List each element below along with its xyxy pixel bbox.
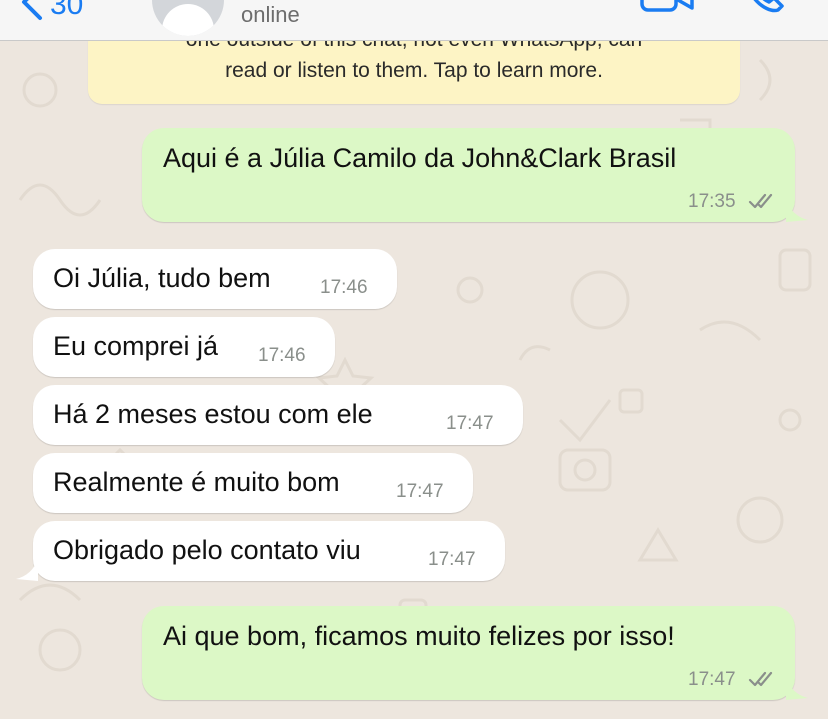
unread-count: 30 xyxy=(50,0,84,21)
incoming-message[interactable]: Há 2 meses estou com ele 17:47 xyxy=(33,385,523,445)
message-time: 17:47 xyxy=(446,413,494,434)
double-check-icon xyxy=(748,191,776,216)
phone-call-icon[interactable] xyxy=(742,0,788,21)
video-call-icon[interactable] xyxy=(640,0,696,21)
outgoing-message[interactable]: Ai que bom, ficamos muito felizes por is… xyxy=(142,606,795,700)
outgoing-message[interactable]: Aqui é a Júlia Camilo da John&Clark Bras… xyxy=(142,128,795,222)
message-time: 17:47 xyxy=(688,669,736,690)
back-button[interactable]: 30 xyxy=(20,0,83,27)
chat-header: 30 online xyxy=(0,0,828,41)
incoming-message[interactable]: Obrigado pelo contato viu 17:47 xyxy=(33,521,505,581)
message-time: 17:46 xyxy=(320,277,368,298)
message-text: Realmente é muito bom xyxy=(53,467,340,497)
message-text: Ai que bom, ficamos muito felizes por is… xyxy=(163,621,675,651)
double-check-icon xyxy=(748,669,776,694)
message-text: Obrigado pelo contato viu xyxy=(53,535,361,565)
bubble-tail xyxy=(786,200,808,222)
message-time: 17:35 xyxy=(688,191,736,212)
avatar-placeholder-icon[interactable] xyxy=(152,0,224,36)
incoming-message[interactable]: Eu comprei já 17:46 xyxy=(33,317,335,377)
incoming-message[interactable]: Oi Júlia, tudo bem 17:46 xyxy=(33,249,397,309)
message-text: Há 2 meses estou com ele xyxy=(53,399,373,429)
message-time: 17:47 xyxy=(396,481,444,502)
contact-status: online xyxy=(241,2,300,27)
incoming-message[interactable]: Realmente é muito bom 17:47 xyxy=(33,453,473,513)
message-text: Eu comprei já xyxy=(53,331,219,361)
bubble-tail xyxy=(786,678,808,700)
message-time: 17:47 xyxy=(428,549,476,570)
banner-line-2: read or listen to them. Tap to learn mor… xyxy=(225,59,603,82)
message-text: Oi Júlia, tudo bem xyxy=(53,263,271,293)
message-text: Aqui é a Júlia Camilo da John&Clark Bras… xyxy=(163,143,677,173)
bubble-tail xyxy=(16,559,38,581)
back-chevron-icon xyxy=(20,0,44,27)
message-time: 17:46 xyxy=(258,345,306,366)
